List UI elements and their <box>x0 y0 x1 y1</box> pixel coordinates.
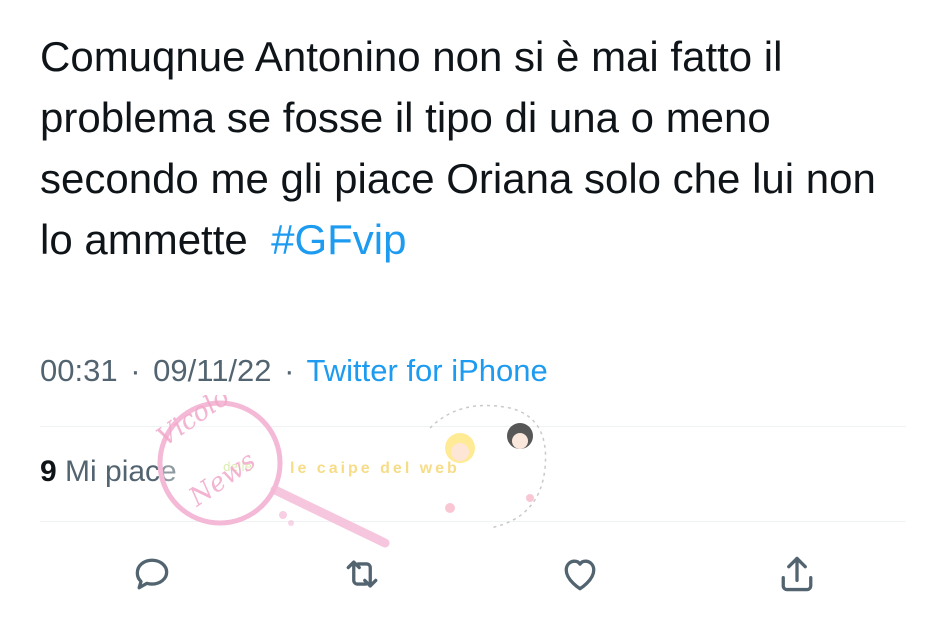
likes-stat[interactable]: 9 Mi piace <box>40 455 177 489</box>
tweet-body: Comuqnue Antonino non si è mai fatto il … <box>40 33 888 263</box>
share-button[interactable] <box>771 548 823 600</box>
tweet-time: 00:31 <box>40 353 118 388</box>
reply-icon <box>135 558 169 590</box>
svg-text:Vicolo: Vicolo <box>152 395 235 453</box>
svg-text:delle: delle <box>223 460 252 474</box>
divider <box>40 521 906 522</box>
action-bar <box>0 548 946 604</box>
meta-separator: · <box>284 353 295 388</box>
svg-text:News: News <box>183 446 261 513</box>
reply-button[interactable] <box>126 548 178 600</box>
tweet-text: Comuqnue Antonino non si è mai fatto il … <box>40 26 920 270</box>
heart-icon <box>564 559 596 591</box>
likes-count: 9 <box>40 455 57 488</box>
retweet-icon <box>346 560 378 588</box>
tweet-meta: 00:31 · 09/11/22 · Twitter for iPhone <box>40 353 548 389</box>
meta-separator: · <box>130 353 141 388</box>
retweet-button[interactable] <box>336 548 388 600</box>
watermark-banner: le caipe del web <box>290 460 460 477</box>
like-button[interactable] <box>554 548 606 600</box>
tweet-source-link[interactable]: Twitter for iPhone <box>307 353 548 388</box>
likes-label: Mi piace <box>65 455 177 488</box>
hashtag-link[interactable]: #GFvip <box>271 216 406 263</box>
tweet-date: 09/11/22 <box>153 353 272 388</box>
share-icon <box>781 556 813 592</box>
cartoon-watermark-logo <box>429 404 547 529</box>
divider <box>40 426 906 427</box>
